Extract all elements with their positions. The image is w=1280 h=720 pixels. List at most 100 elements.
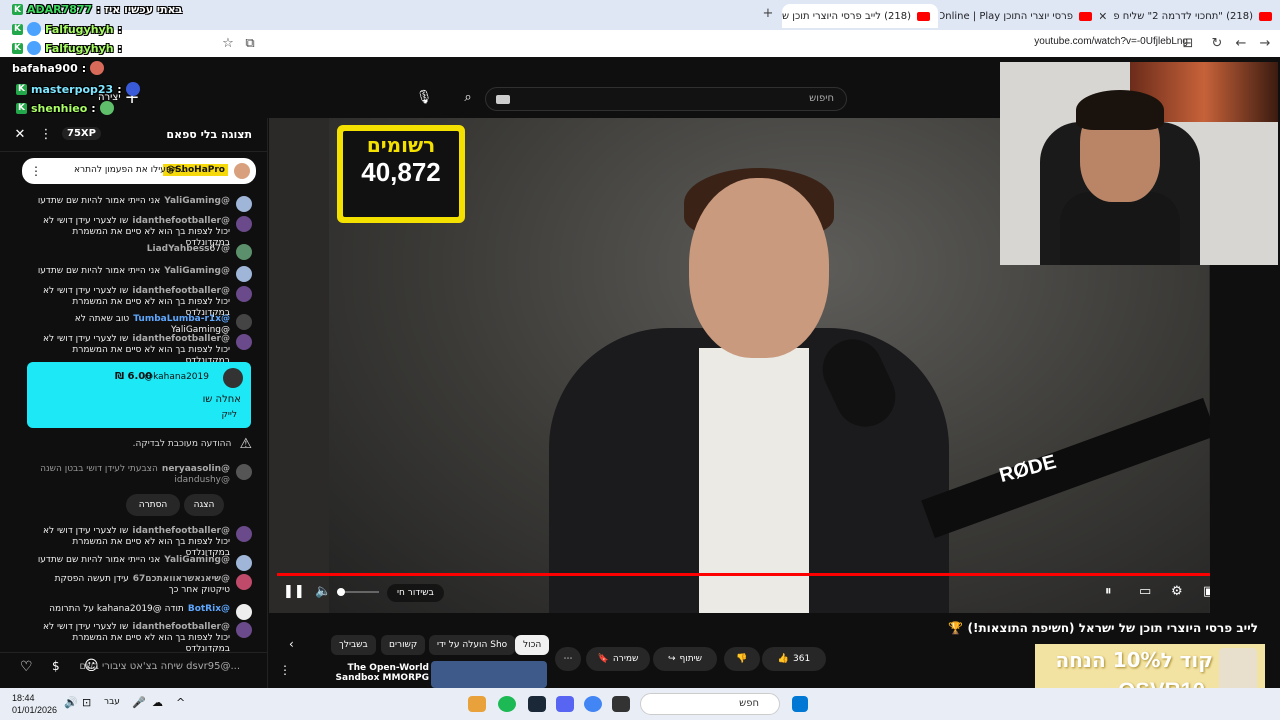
subscriber-count: 40,872 <box>361 157 441 187</box>
address-bar[interactable]: youtube.com/watch?v=-0UfjlebLng <box>1034 36 1188 47</box>
network-tray-icon[interactable]: ⊡ <box>82 696 91 709</box>
volume-icon[interactable]: 🔈 <box>315 584 331 599</box>
captions-icon[interactable]: ▭ <box>1139 584 1151 599</box>
avatar <box>236 574 252 590</box>
chat-mode-dropdown[interactable]: תצוגה בלי ספאם <box>166 128 252 141</box>
avatar <box>236 622 252 638</box>
message-text: אני הייתי אמור להיות שם שתדעו <box>37 555 161 565</box>
search-input[interactable]: חיפוש <box>485 87 847 111</box>
chips-scroll-left-icon[interactable]: ‹ <box>289 637 294 651</box>
file-explorer-icon[interactable] <box>612 696 630 712</box>
browser-tab[interactable]: פרסי יוצרי התוכן Online | Play ✕ <box>940 4 1100 28</box>
chip-for-you[interactable]: בשבילך <box>331 635 376 655</box>
browser-tab-active[interactable]: (218) לייב פרסי היוצרי תוכן של ✕ <box>782 4 938 28</box>
message-author: @YaliGaming <box>164 555 230 565</box>
browser-tab[interactable]: (218) "תחכוי לדרמה 2" שליח פ ✕ <box>1100 4 1280 28</box>
message-author: @YaliGaming <box>164 266 230 276</box>
like-button[interactable]: לייק <box>221 410 237 420</box>
settings-gear-icon[interactable]: ⚙ <box>1171 584 1183 599</box>
chip-related[interactable]: קשורים <box>381 635 426 655</box>
overlay-chat-name: bafaha900 <box>12 61 78 75</box>
emote-icon <box>27 22 41 36</box>
subscriber-counter: רשומים 40,872 <box>337 125 465 223</box>
more-options-icon[interactable]: ⋮ <box>279 663 291 677</box>
overlay-chat-line: K Falfugyhyh: <box>12 22 122 36</box>
language-indicator[interactable]: עבר <box>104 697 120 707</box>
bookmark-icon: 🔖 <box>597 654 609 664</box>
app-icon[interactable] <box>468 696 486 712</box>
chip-all[interactable]: הכול <box>515 635 550 655</box>
autoplay-toggle-icon[interactable]: ⏸ <box>1105 584 1112 599</box>
youtube-favicon-icon <box>1079 11 1092 21</box>
reload-icon[interactable]: ↻ <box>1207 34 1227 54</box>
show-button[interactable]: הצגה <box>184 494 224 516</box>
volume-knob[interactable] <box>337 588 345 596</box>
super-chat-icon[interactable]: $ <box>52 659 60 673</box>
more-actions-button[interactable]: ⋯ <box>555 647 581 671</box>
close-chat-icon[interactable]: ✕ <box>10 125 30 145</box>
pinned-message[interactable]: ⋮ @ShoHaPro הפעילו את הפעמון להתרא... <box>22 158 256 184</box>
windows-taskbar: 18:44 01/01/2026 🔊 ⊡ עבר 🎤 ☁ ^ חפש <box>0 688 1280 720</box>
microphone-icon[interactable]: 🎙 <box>414 88 434 108</box>
bookmark-star-icon[interactable]: ☆ <box>218 34 238 54</box>
theater-mode-icon[interactable]: ▣ <box>1203 584 1210 599</box>
clock-date: 01/01/2026 <box>12 705 58 715</box>
discord-icon[interactable] <box>556 696 574 712</box>
overlay-chat-name: shenhieo <box>31 101 88 115</box>
steam-icon[interactable] <box>528 696 546 712</box>
emote-icon <box>27 41 41 55</box>
notice-text: ההודעה מעוכבת לבדיקה. <box>132 439 232 449</box>
tab-title: פרסי יוצרי התוכן Online | Play <box>940 10 1073 22</box>
spotify-icon[interactable] <box>498 696 516 712</box>
extensions-icon[interactable]: ⊟ <box>1178 34 1198 54</box>
live-badge[interactable]: בשידור חי <box>387 584 444 602</box>
chat-input-bar: ♡ $ ☺ שיחה בצ'אט ציבורי בשם dsvr95@... <box>0 652 268 682</box>
chat-message: @LiadYahbess67 <box>28 244 252 260</box>
avatar <box>236 555 252 571</box>
chip-uploaded-by[interactable]: הועלה על ידי Sho <box>429 635 516 655</box>
volume-tray-icon[interactable]: 🔊 <box>64 696 78 709</box>
k-badge-icon: K <box>12 4 23 15</box>
system-clock[interactable]: 18:44 01/01/2026 <box>12 692 57 716</box>
chat-input[interactable]: שיחה בצ'אט ציבורי בשם dsvr95@... <box>79 661 240 672</box>
overlay-chat-name: ADAR7877 <box>27 3 93 16</box>
dislike-button[interactable]: 👎 <box>724 647 760 671</box>
message-author: @idanthefootballer <box>132 622 230 632</box>
message-text: 67 <box>209 244 221 254</box>
pause-icon[interactable]: ❚❚ <box>283 584 305 599</box>
show-hidden-icons[interactable]: ^ <box>176 696 185 709</box>
recommended-thumbnail[interactable] <box>431 661 547 688</box>
k-badge-icon: K <box>16 83 27 95</box>
onedrive-tray-icon[interactable]: ☁ <box>152 696 163 709</box>
chat-header: ✕ ⋮ 75XP תצוגה בלי ספאם <box>0 118 268 152</box>
chat-message: @YaliGamingאני הייתי אמור להיות שם שתדעו <box>28 555 252 571</box>
back-icon[interactable]: ← <box>1231 34 1251 54</box>
forward-icon[interactable]: → <box>1255 34 1275 54</box>
share-button[interactable]: ↪ שיתוף <box>653 647 717 671</box>
heart-icon[interactable]: ♡ <box>20 659 33 675</box>
chat-message: @YaliGamingאני הייתי אמור להיות שם שתדעו <box>28 266 252 282</box>
microphone-tray-icon[interactable]: 🎤 <box>132 696 146 709</box>
message-author: @idanthefootballer <box>132 286 230 296</box>
browser-tab-strip: (218) "תחכוי לדרמה 2" שליח פ ✕ פרסי יוצר… <box>0 0 1280 30</box>
save-button[interactable]: 🔖 שמירה <box>586 647 650 671</box>
screenshot-icon[interactable]: ⧉ <box>240 34 260 54</box>
recommended-title[interactable]: The Open-World Sandbox MMORPG <box>321 663 429 683</box>
avatar <box>236 464 252 480</box>
emote-icon <box>90 61 105 75</box>
windows-start-icon[interactable] <box>792 696 808 712</box>
new-tab-icon[interactable]: + <box>758 4 778 24</box>
more-options-icon[interactable]: ⋮ <box>30 164 42 178</box>
close-tab-icon[interactable]: ✕ <box>1100 10 1107 23</box>
more-options-icon[interactable]: ⋮ <box>36 125 56 145</box>
progress-bar[interactable] <box>277 573 1210 576</box>
hide-button[interactable]: הסתרה <box>126 494 180 516</box>
chat-message: @idanthefootballerשו לצערי עידן דושי לא … <box>28 622 252 655</box>
chrome-icon[interactable] <box>584 696 602 712</box>
search-icon[interactable]: ⌕ <box>458 88 478 108</box>
like-button[interactable]: 👍 361 <box>762 647 826 671</box>
save-label: שמירה <box>612 654 639 664</box>
taskbar-search[interactable]: חפש <box>640 693 780 715</box>
youtube-favicon-icon <box>1259 11 1272 21</box>
keyboard-icon[interactable] <box>496 95 510 104</box>
